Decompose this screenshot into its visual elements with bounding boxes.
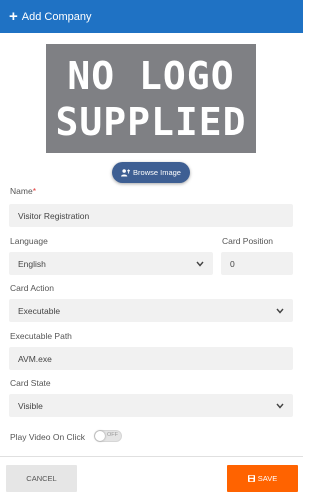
toggle-knob xyxy=(95,431,105,441)
executable-path-value: AVM.exe xyxy=(18,353,52,364)
browse-image-label: Browse Image xyxy=(133,168,181,177)
card-position-value: 0 xyxy=(230,258,235,269)
footer-divider xyxy=(0,456,303,457)
card-state-value: Visible xyxy=(18,400,43,411)
language-value: English xyxy=(18,258,46,269)
save-label: SAVE xyxy=(257,474,278,483)
chevron-down-icon xyxy=(276,403,284,409)
chevron-down-icon xyxy=(276,308,284,314)
logo-text-line2: SUPPLIED xyxy=(55,99,247,144)
card-action-label: Card Action xyxy=(10,283,54,293)
chevron-down-icon xyxy=(196,261,204,267)
plus-icon: + xyxy=(9,8,18,25)
cancel-label: CANCEL xyxy=(26,474,57,483)
card-state-label: Card State xyxy=(10,378,51,388)
executable-path-label: Executable Path xyxy=(10,331,72,341)
card-action-value: Executable xyxy=(18,305,61,316)
logo-placeholder: NO LOGO SUPPLIED xyxy=(46,44,256,153)
name-label: Name* xyxy=(10,186,36,196)
card-position-input[interactable]: 0 xyxy=(221,252,293,275)
language-label: Language xyxy=(10,236,48,246)
card-position-label: Card Position xyxy=(222,236,274,246)
logo-text-line1: NO LOGO xyxy=(67,53,235,98)
toggle-state-text: OFF xyxy=(107,432,118,438)
save-icon xyxy=(247,475,255,482)
language-select[interactable]: English xyxy=(9,252,213,275)
browse-image-button[interactable]: Browse Image xyxy=(112,162,190,183)
card-state-select[interactable]: Visible xyxy=(9,394,293,417)
save-button[interactable]: SAVE xyxy=(227,465,298,492)
name-label-text: Name xyxy=(10,186,33,196)
executable-path-input[interactable]: AVM.exe xyxy=(9,347,293,370)
card-action-select[interactable]: Executable xyxy=(9,299,293,322)
required-mark: * xyxy=(32,186,36,196)
user-upload-icon xyxy=(121,168,131,177)
play-video-toggle[interactable]: OFF xyxy=(94,430,122,442)
cancel-button[interactable]: CANCEL xyxy=(6,465,77,492)
play-video-label: Play Video On Click xyxy=(10,432,85,442)
name-input[interactable]: Visitor Registration xyxy=(9,204,293,227)
dialog-header: + Add Company xyxy=(0,0,303,33)
dialog-title: Add Company xyxy=(21,10,92,23)
name-value: Visitor Registration xyxy=(18,210,90,221)
